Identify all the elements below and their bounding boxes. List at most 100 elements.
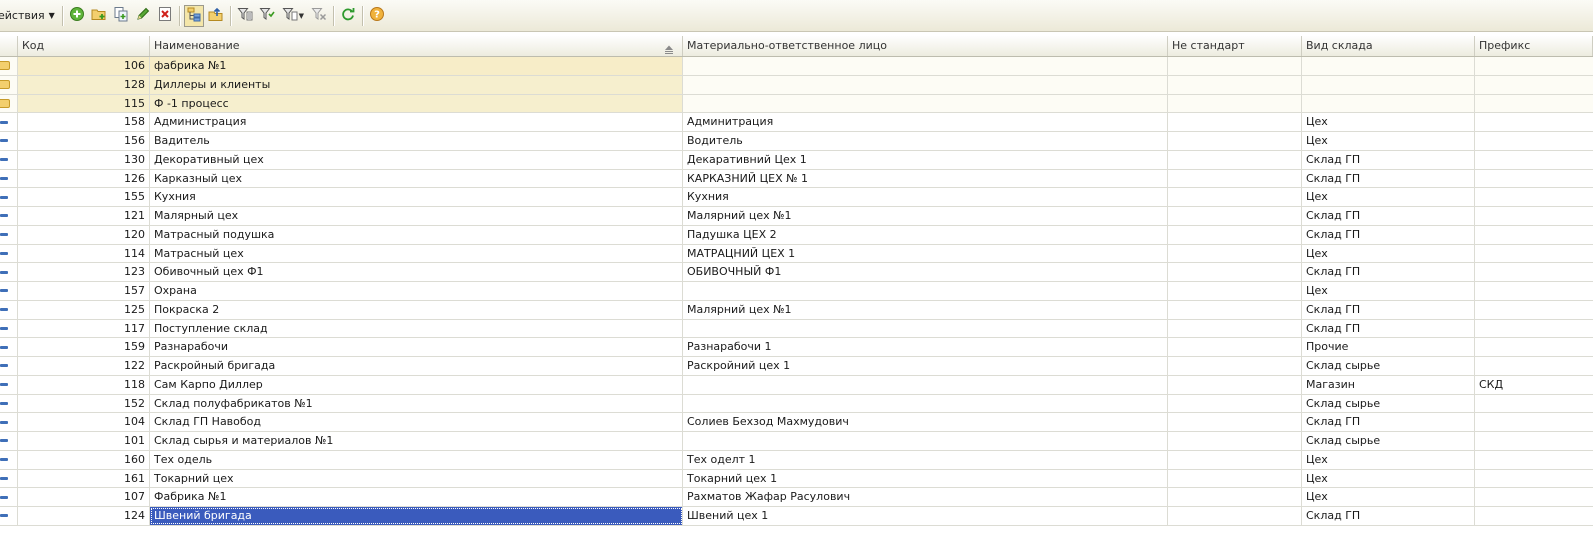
cell-code[interactable]: 159 <box>18 338 150 356</box>
cell-prefix[interactable] <box>1475 451 1593 469</box>
cell-warehouse-type[interactable]: Склад ГП <box>1302 225 1475 244</box>
cell-nonstandard[interactable] <box>1168 207 1302 225</box>
cell-code[interactable]: 152 <box>18 394 150 413</box>
cell-name[interactable]: Склад полуфабрикатов №1 <box>150 394 683 413</box>
cell-responsible[interactable]: Токарний цех 1 <box>683 469 1168 488</box>
table-row[interactable]: 117 Поступление склад Склад ГП <box>0 319 1593 339</box>
table-row[interactable]: 106 фабрика №1 <box>0 57 1593 76</box>
cell-responsible[interactable] <box>683 282 1168 300</box>
cell-name[interactable]: Сам Карпо Диллер <box>150 375 683 394</box>
clear-filter-button[interactable] <box>309 5 329 27</box>
cell-prefix[interactable] <box>1475 207 1593 225</box>
cell-nonstandard[interactable] <box>1168 357 1302 375</box>
column-header-code[interactable]: Код <box>18 36 150 56</box>
cell-name[interactable]: Ф -1 процесс <box>150 94 683 113</box>
cell-warehouse-type[interactable]: Склад сырье <box>1302 394 1475 413</box>
cell-responsible[interactable]: Малярний цех №1 <box>683 207 1168 225</box>
table-row[interactable]: 126 Карказный цех КАРКАЗНИЙ ЦЕХ № 1 Склад Г… <box>0 169 1593 189</box>
cell-nonstandard[interactable] <box>1168 188 1302 206</box>
table-row[interactable]: 152 Склад полуфабрикатов №1 Склад сырье <box>0 394 1593 414</box>
table-row[interactable]: 160 Тех одель Тех оделт 1 Цех <box>0 450 1593 470</box>
cell-code[interactable]: 126 <box>18 169 150 188</box>
cell-prefix[interactable] <box>1475 170 1593 188</box>
cell-code[interactable]: 123 <box>18 263 150 281</box>
cell-name[interactable]: Диллеры и клиенты <box>150 75 683 94</box>
cell-code[interactable]: 101 <box>18 432 150 450</box>
cell-responsible[interactable]: Кухния <box>683 188 1168 206</box>
cell-prefix[interactable] <box>1475 57 1593 75</box>
cell-code[interactable]: 121 <box>18 207 150 225</box>
table-row[interactable]: 114 Матрасный цех МАТРАЦНИЙ ЦЕХ 1 Цех <box>0 244 1593 264</box>
column-header-responsible[interactable]: Материально-ответственное лицо <box>683 36 1168 56</box>
cell-code[interactable]: 156 <box>18 132 150 150</box>
cell-warehouse-type[interactable]: Склад ГП <box>1302 507 1475 525</box>
cell-name[interactable]: Матрасный цех <box>150 244 683 263</box>
cell-warehouse-type[interactable]: Цех <box>1302 282 1475 300</box>
cell-nonstandard[interactable] <box>1168 488 1302 506</box>
cell-name[interactable]: Вадитель <box>150 132 683 150</box>
table-row[interactable]: 161 Токарний цех Токарний цех 1 Цех <box>0 469 1593 489</box>
cell-name[interactable]: Поступление склад <box>150 319 683 338</box>
cell-responsible[interactable]: Водитель <box>683 132 1168 150</box>
cell-prefix[interactable] <box>1475 151 1593 169</box>
cell-prefix[interactable] <box>1475 488 1593 506</box>
cell-responsible[interactable]: Швений цех 1 <box>683 507 1168 525</box>
table-row[interactable]: 130 Декоративный цех Декаративний Цех 1 Скл… <box>0 150 1593 170</box>
cell-prefix[interactable] <box>1475 320 1593 338</box>
filter-button[interactable] <box>235 5 255 27</box>
cell-name[interactable]: Токарний цех <box>150 469 683 488</box>
cell-responsible[interactable]: Раскройний цех 1 <box>683 357 1168 375</box>
cell-nonstandard[interactable] <box>1168 507 1302 525</box>
cell-warehouse-type[interactable]: Цех <box>1302 113 1475 131</box>
edit-button[interactable] <box>133 5 153 27</box>
cell-responsible[interactable]: Падушка ЦЕХ 2 <box>683 225 1168 244</box>
cell-warehouse-type[interactable]: Цех <box>1302 188 1475 206</box>
cell-code[interactable]: 161 <box>18 469 150 488</box>
cell-nonstandard[interactable] <box>1168 263 1302 281</box>
cell-responsible[interactable] <box>683 432 1168 450</box>
cell-responsible[interactable]: Разнарабочи 1 <box>683 338 1168 356</box>
cell-name[interactable]: Кухния <box>150 188 683 206</box>
cell-code[interactable]: 124 <box>18 507 150 525</box>
cell-prefix[interactable] <box>1475 338 1593 356</box>
cell-prefix[interactable] <box>1475 226 1593 244</box>
table-row[interactable]: 118 Сам Карпо Диллер Магазин СКД <box>0 375 1593 395</box>
help-button[interactable]: ? <box>367 5 387 27</box>
cell-name[interactable]: Декоративный цех <box>150 150 683 169</box>
cell-warehouse-type[interactable] <box>1302 94 1475 113</box>
cell-name[interactable]: Охрана <box>150 282 683 300</box>
cell-code[interactable]: 120 <box>18 225 150 244</box>
cell-prefix[interactable] <box>1475 507 1593 525</box>
table-row[interactable]: 157 Охрана Цех <box>0 282 1593 301</box>
cell-code[interactable]: 114 <box>18 244 150 263</box>
cell-warehouse-type[interactable]: Склад ГП <box>1302 300 1475 319</box>
cell-warehouse-type[interactable]: Склад ГП <box>1302 207 1475 225</box>
cell-responsible[interactable] <box>683 319 1168 338</box>
cell-name[interactable]: Тех одель <box>150 450 683 469</box>
cell-prefix[interactable] <box>1475 413 1593 431</box>
cell-code[interactable]: 104 <box>18 413 150 431</box>
cell-name[interactable]: Склад ГП Навобод <box>150 413 683 431</box>
cell-code[interactable]: 130 <box>18 150 150 169</box>
cell-warehouse-type[interactable] <box>1302 75 1475 94</box>
table-row[interactable]: 155 Кухния Кухния Цех <box>0 188 1593 207</box>
add-button[interactable] <box>67 5 87 27</box>
cell-name[interactable]: Покраска 2 <box>150 300 683 319</box>
cell-nonstandard[interactable] <box>1168 300 1302 319</box>
cell-name[interactable]: Обивочный цех Ф1 <box>150 263 683 281</box>
cell-code[interactable]: 158 <box>18 113 150 131</box>
cell-warehouse-type[interactable]: Склад ГП <box>1302 150 1475 169</box>
cell-responsible[interactable]: Тех оделт 1 <box>683 450 1168 469</box>
cell-responsible[interactable]: Малярний цех №1 <box>683 300 1168 319</box>
cell-responsible[interactable] <box>683 57 1168 75</box>
cell-nonstandard[interactable] <box>1168 75 1302 94</box>
table-row[interactable]: 120 Матрасный подушка Падушка ЦЕХ 2 Склад Г… <box>0 225 1593 245</box>
cell-code[interactable]: 157 <box>18 282 150 300</box>
cell-nonstandard[interactable] <box>1168 150 1302 169</box>
table-row[interactable]: 115 Ф -1 процесс <box>0 94 1593 114</box>
cell-name[interactable]: Карказный цех <box>150 169 683 188</box>
cell-code[interactable]: 155 <box>18 188 150 206</box>
cell-nonstandard[interactable] <box>1168 282 1302 300</box>
cell-prefix[interactable] <box>1475 188 1593 206</box>
table-row[interactable]: 128 Диллеры и клиенты <box>0 75 1593 95</box>
